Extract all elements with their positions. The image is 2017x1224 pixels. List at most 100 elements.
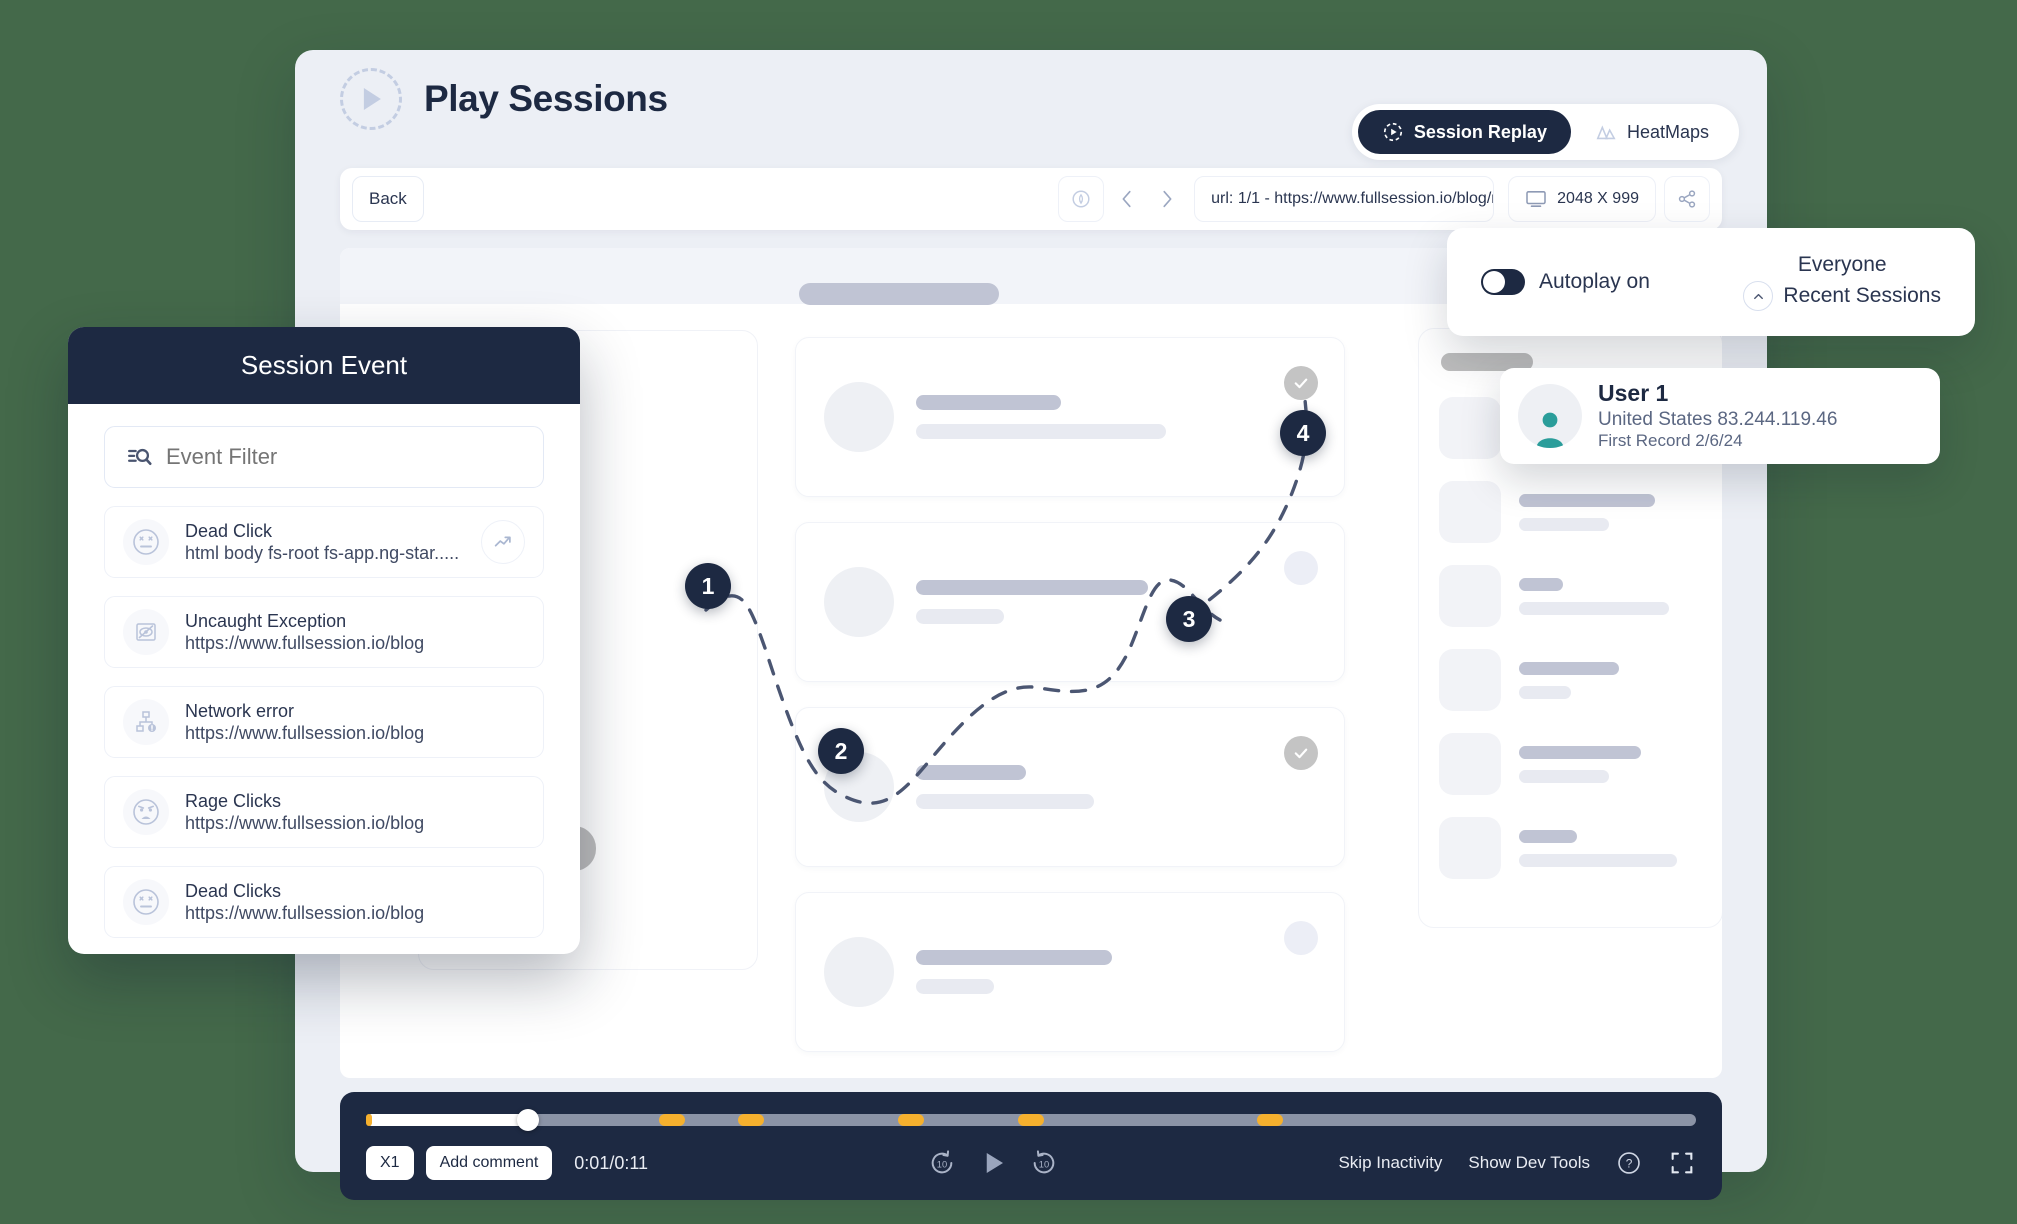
next-page-button[interactable] — [1150, 176, 1184, 222]
player-bar: X1 Add comment 0:01/0:11 10 10 Skip Inac… — [340, 1092, 1722, 1200]
replay-card-badge — [1284, 551, 1318, 585]
dead-click-face-icon — [123, 519, 169, 565]
list-item-text: Dead Click html body fs-root fs-app.ng-s… — [185, 520, 465, 565]
session-event-panel-title: Session Event — [68, 327, 580, 404]
sessions-filter-group: Everyone Recent Sessions — [1743, 253, 1941, 311]
timeline-event-marker[interactable] — [658, 1114, 685, 1126]
replay-card[interactable] — [795, 707, 1345, 867]
journey-marker-2[interactable]: 2 — [818, 728, 864, 774]
event-filter-input[interactable] — [166, 444, 521, 470]
list-item[interactable]: Dead Clicks https://www.fullsession.io/b… — [104, 866, 544, 938]
list-item[interactable] — [1439, 817, 1702, 879]
play-circle-icon — [1383, 122, 1402, 142]
playback-time-label: 0:01/0:11 — [574, 1152, 649, 1173]
user-location: United States 83.244.119.46 — [1598, 408, 1838, 430]
autoplay-toggle[interactable] — [1481, 269, 1525, 295]
dead-click-face-icon — [123, 879, 169, 925]
rewind-10-icon[interactable]: 10 — [928, 1149, 956, 1177]
play-circle-dashed-icon — [340, 68, 402, 130]
event-title: Rage Clicks — [185, 790, 282, 811]
event-subtitle: https://www.fullsession.io/blog — [185, 903, 425, 923]
play-icon[interactable] — [978, 1148, 1008, 1178]
session-event-panel: Session Event Event Filter Dead Click ht… — [68, 327, 580, 954]
user-card[interactable]: User 1 United States 83.244.119.46 First… — [1500, 368, 1940, 464]
list-item-text: Uncaught Exception https://www.fullsessi… — [185, 610, 525, 655]
list-item[interactable] — [1439, 565, 1702, 627]
replay-card-check-icon — [1284, 366, 1318, 400]
timeline-start-marker — [366, 1114, 372, 1126]
screenshot-stage: Play Sessions Session Replay HeatMaps Ba… — [0, 0, 2017, 1224]
timeline-progress — [366, 1114, 529, 1126]
event-subtitle: https://www.fullsession.io/blog — [185, 633, 425, 653]
heatmap-mountain-icon — [1596, 125, 1616, 140]
fullscreen-icon[interactable] — [1668, 1149, 1696, 1177]
list-item[interactable] — [1439, 649, 1702, 711]
event-title: Dead Clicks — [185, 880, 282, 901]
list-item-text: Dead Clicks https://www.fullsession.io/b… — [185, 880, 525, 925]
rage-face-icon — [123, 789, 169, 835]
prev-page-button[interactable] — [1110, 176, 1144, 222]
transport-controls: 10 10 — [648, 1148, 1338, 1178]
session-event-panel-body: Dead Click html body fs-root fs-app.ng-s… — [68, 404, 580, 938]
chevron-right-icon — [1163, 190, 1172, 208]
trend-up-icon[interactable] — [481, 520, 525, 564]
screen-size-indicator[interactable]: 2048 X 999 — [1508, 176, 1656, 222]
recent-sessions-selector[interactable]: Recent Sessions — [1743, 281, 1941, 311]
list-item[interactable] — [1439, 481, 1702, 543]
list-item[interactable]: Uncaught Exception https://www.fullsessi… — [104, 596, 544, 668]
event-subtitle: https://www.fullsession.io/blog — [185, 813, 425, 833]
autoplay-panel: Autoplay on Everyone Recent Sessions — [1447, 228, 1975, 336]
timeline-knob[interactable] — [517, 1109, 540, 1131]
back-button[interactable]: Back — [352, 176, 424, 222]
help-circle-icon[interactable]: ? — [1616, 1150, 1642, 1176]
timeline-scrubber[interactable] — [366, 1109, 1696, 1131]
target-pointer-button[interactable] — [1058, 176, 1105, 222]
journey-marker-3[interactable]: 3 — [1166, 596, 1212, 642]
playback-speed-button[interactable]: X1 — [366, 1146, 414, 1180]
autoplay-label: Autoplay on — [1539, 270, 1650, 293]
event-title: Network error — [185, 700, 295, 721]
eye-slash-icon — [123, 609, 169, 655]
recent-sessions-label: Recent Sessions — [1783, 284, 1941, 307]
timeline-event-marker[interactable] — [738, 1114, 765, 1126]
timeline-event-marker[interactable] — [898, 1114, 924, 1126]
replay-card[interactable] — [795, 337, 1345, 497]
skip-inactivity-link[interactable]: Skip Inactivity — [1338, 1153, 1442, 1173]
filter-search-icon — [128, 448, 152, 466]
target-pointer-icon — [1072, 190, 1090, 208]
share-button[interactable] — [1664, 176, 1710, 222]
tab-heatmaps[interactable]: HeatMaps — [1571, 110, 1733, 154]
monitor-icon — [1526, 191, 1546, 207]
list-item[interactable] — [1439, 733, 1702, 795]
list-item-text: Network error https://www.fullsession.io… — [185, 700, 525, 745]
replay-card-check-icon — [1284, 736, 1318, 770]
replay-card[interactable] — [795, 522, 1345, 682]
tab-session-replay-label: Session Replay — [1413, 121, 1547, 142]
list-item[interactable]: Dead Click html body fs-root fs-app.ng-s… — [104, 506, 544, 578]
journey-marker-4[interactable]: 4 — [1280, 410, 1326, 456]
event-filter-box[interactable] — [104, 426, 544, 488]
chevron-left-icon — [1122, 190, 1131, 208]
replay-center-column — [795, 283, 1345, 1077]
everyone-label[interactable]: Everyone — [1743, 253, 1941, 277]
view-mode-switch: Session Replay HeatMaps — [1351, 104, 1739, 160]
replay-card[interactable] — [795, 892, 1345, 1052]
player-controls-row: X1 Add comment 0:01/0:11 10 10 Skip Inac… — [366, 1146, 1696, 1180]
list-item-text: Rage Clicks https://www.fullsession.io/b… — [185, 790, 525, 835]
list-item[interactable]: Network error https://www.fullsession.io… — [104, 686, 544, 758]
journey-marker-1[interactable]: 1 — [685, 563, 731, 609]
user-avatar-icon — [1518, 384, 1582, 448]
show-dev-tools-link[interactable]: Show Dev Tools — [1468, 1153, 1590, 1173]
timeline-event-marker[interactable] — [1017, 1114, 1044, 1126]
url-field[interactable]: url: 1/1 - https://www.fullsession.io/bl… — [1194, 176, 1495, 222]
list-item[interactable]: Rage Clicks https://www.fullsession.io/b… — [104, 776, 544, 848]
svg-text:?: ? — [1626, 1156, 1633, 1170]
tab-heatmaps-label: HeatMaps — [1626, 121, 1709, 142]
network-error-icon — [123, 699, 169, 745]
add-comment-button[interactable]: Add comment — [425, 1146, 553, 1180]
timeline-event-marker[interactable] — [1257, 1114, 1284, 1126]
forward-10-icon[interactable]: 10 — [1030, 1149, 1058, 1177]
tab-session-replay[interactable]: Session Replay — [1357, 110, 1571, 154]
share-nodes-icon — [1678, 190, 1696, 208]
screen-size-label: 2048 X 999 — [1557, 190, 1639, 207]
